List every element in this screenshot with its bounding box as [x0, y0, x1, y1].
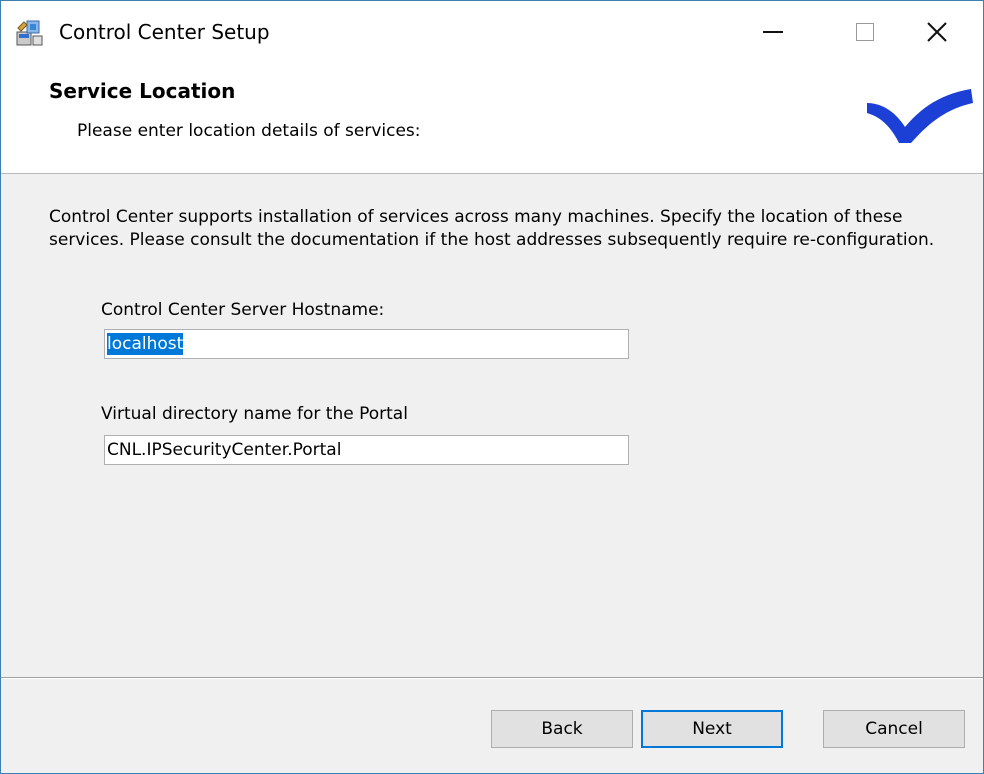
close-icon [927, 22, 947, 42]
checkmark-logo [867, 89, 973, 143]
cancel-button[interactable]: Cancel [823, 710, 965, 748]
maximize-icon [856, 23, 874, 41]
close-button[interactable] [891, 1, 983, 63]
virtual-directory-label: Virtual directory name for the Portal [101, 404, 408, 424]
hostname-value: localhost [107, 333, 184, 355]
page-title: Service Location [49, 79, 236, 103]
page-subtitle: Please enter location details of service… [77, 121, 421, 141]
hostname-input[interactable]: localhost [104, 329, 629, 359]
back-button[interactable]: Back [491, 710, 633, 748]
virtual-directory-input[interactable]: CNL.IPSecurityCenter.Portal [104, 435, 629, 465]
footer-divider [1, 677, 983, 679]
window-title: Control Center Setup [59, 20, 270, 44]
installer-icon [16, 20, 43, 46]
virtual-directory-value: CNL.IPSecurityCenter.Portal [107, 440, 342, 460]
title-bar[interactable]: Control Center Setup [1, 1, 983, 63]
next-button[interactable]: Next [641, 710, 783, 748]
setup-window: Control Center Setup Service Location Pl… [0, 0, 984, 774]
description-text: Control Center supports installation of … [49, 207, 935, 250]
hostname-label: Control Center Server Hostname: [101, 300, 385, 320]
minimize-icon [763, 31, 783, 33]
minimize-button[interactable] [727, 1, 819, 63]
header-banner: Service Location Please enter location d… [1, 63, 983, 174]
